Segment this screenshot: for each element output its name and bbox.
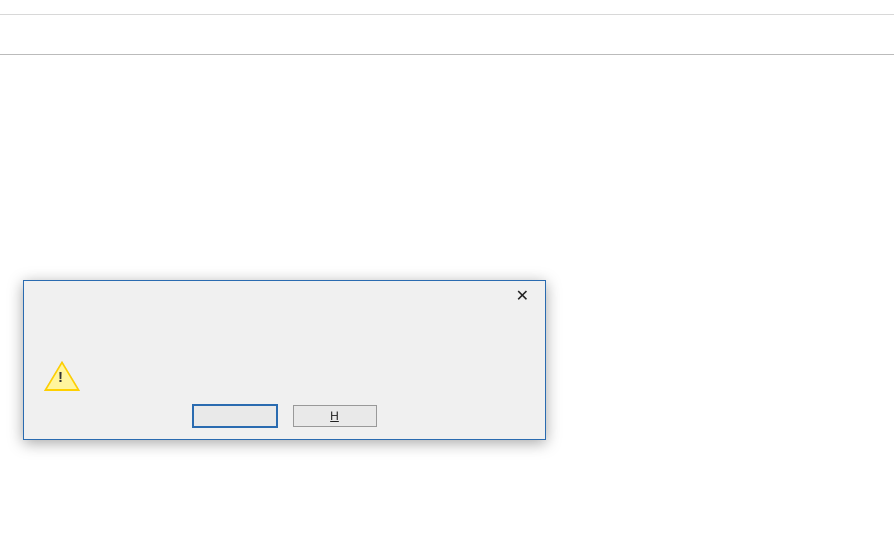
close-icon[interactable]: ✕ xyxy=(510,289,535,305)
warning-icon: ! xyxy=(44,361,80,391)
ribbon-group-labels xyxy=(0,0,894,15)
ok-button[interactable] xyxy=(193,405,277,427)
ribbon-label-formula-auditing xyxy=(190,0,470,14)
ribbon-border-spacer xyxy=(0,15,894,55)
help-button[interactable]: H xyxy=(293,405,377,427)
ribbon-label-defined-names xyxy=(0,0,190,14)
error-dialog: ✕ ! H xyxy=(23,280,546,440)
ribbon-label-calculation xyxy=(470,0,830,14)
